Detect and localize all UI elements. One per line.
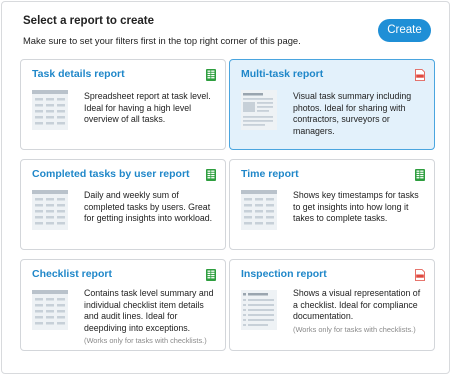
card-title: Checklist report [32,268,112,280]
card-description: Shows key timestamps for tasks to get in… [293,190,419,223]
card-note: (Works only for tasks with checklists.) [84,336,207,345]
card-title: Inspection report [241,268,327,280]
card-description-text: Shows a visual representation of a check… [293,288,421,321]
card-description-text: Contains task level summary and individu… [84,288,214,333]
report-card-inspection[interactable]: Inspection report Shows a visual represe… [229,259,435,351]
card-title: Multi-task report [241,68,324,80]
document-thumbnail-icon [241,90,277,130]
report-card-task-details[interactable]: Task details report Spreadsheet report a… [20,59,226,150]
card-description: Contains task level summary and individu… [84,288,217,347]
pdf-icon [415,69,425,81]
card-title: Completed tasks by user report [32,168,190,180]
card-description: Spreadsheet report at task level. Ideal … [84,91,211,124]
table-thumbnail-icon [32,290,68,330]
report-card-completed-tasks-by-user[interactable]: Completed tasks by user report Daily and… [20,159,226,250]
card-description: Daily and weekly sum of completed tasks … [84,190,213,223]
dialog-title: Select a report to create [23,15,155,27]
dialog-subtitle: Make sure to set your filters first in t… [23,35,301,46]
checklist-thumbnail-icon [241,290,277,330]
xlsx-icon [206,169,216,181]
table-thumbnail-icon [241,190,277,230]
pdf-icon [415,269,425,281]
report-card-multi-task[interactable]: Multi-task report Visual task summary in… [229,59,435,150]
card-title: Task details report [32,68,125,80]
xlsx-icon [206,269,216,281]
card-description: Shows a visual representation of a check… [293,288,426,335]
report-card-time[interactable]: Time report Shows key timestamps for tas… [229,159,435,250]
xlsx-icon [206,69,216,81]
table-thumbnail-icon [32,90,68,130]
create-button[interactable]: Create [378,19,431,42]
card-title: Time report [241,168,299,180]
table-thumbnail-icon [32,190,68,230]
report-card-checklist[interactable]: Checklist report Contains task level sum… [20,259,226,351]
card-note: (Works only for tasks with checklists.) [293,324,416,334]
card-description: Visual task summary including photos. Id… [293,91,412,136]
xlsx-icon [415,169,425,181]
